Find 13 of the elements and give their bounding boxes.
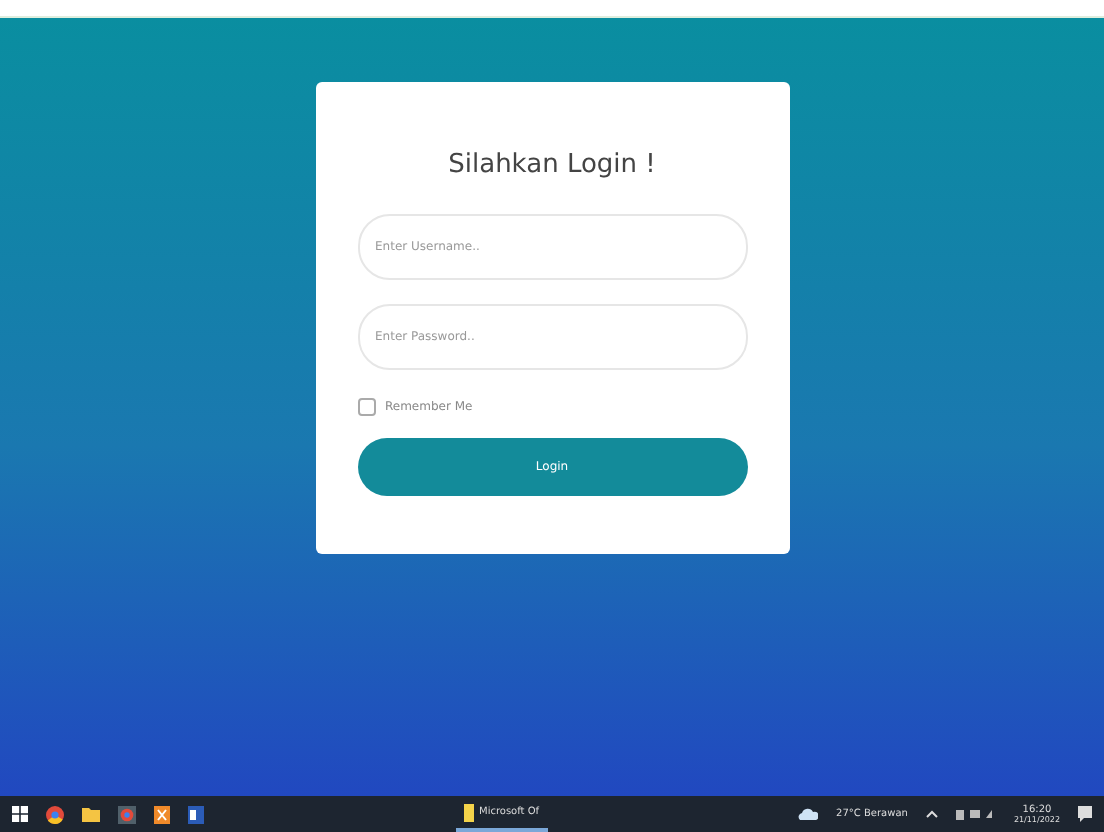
notification-icon[interactable] [1078, 806, 1093, 822]
browser-icon[interactable] [118, 805, 136, 823]
document-icon [463, 803, 473, 821]
app-icon[interactable] [154, 805, 170, 823]
browser-icon[interactable] [46, 805, 64, 823]
chevron-up-icon[interactable] [925, 810, 938, 818]
remember-checkbox[interactable] [357, 398, 375, 416]
system-tray-icons[interactable] [955, 808, 996, 820]
cloud-icon [798, 808, 819, 820]
folder-icon[interactable] [82, 806, 100, 822]
document-icon[interactable] [188, 805, 204, 823]
windows-icon[interactable] [12, 806, 28, 822]
login-title: Silahkan Login ! [446, 150, 658, 180]
